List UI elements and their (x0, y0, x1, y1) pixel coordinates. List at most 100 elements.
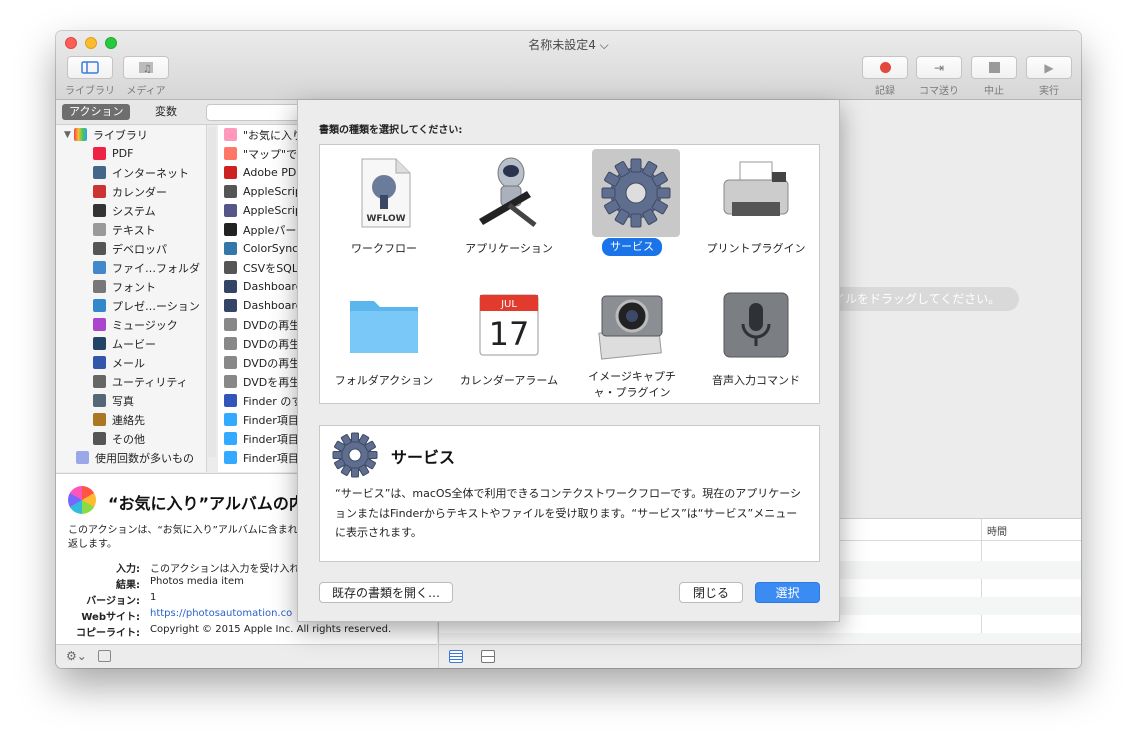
category-label: その他 (112, 432, 145, 446)
category-icon (93, 394, 106, 407)
library-scrollbar[interactable] (208, 127, 216, 457)
info-key: Webサイト: (81, 612, 140, 623)
log-time-column[interactable]: 時間 (987, 523, 1007, 538)
category-icon (93, 413, 106, 426)
category-icon (93, 318, 106, 331)
info-key: 入力: (116, 564, 140, 575)
category-label: 写真 (112, 394, 134, 408)
category-label: ファイ…フォルダ (112, 261, 200, 275)
split-view-icon[interactable] (481, 650, 495, 663)
document-type-label: 音声入力コマンド (712, 374, 800, 387)
action-item[interactable]: AppleScrip (224, 201, 302, 220)
workflow-bottom-bar (438, 644, 1081, 668)
category-label: 連絡先 (112, 413, 145, 427)
library-category[interactable]: システム (93, 201, 156, 220)
action-item[interactable]: DVDを再生 (224, 372, 300, 391)
document-type-service-gear[interactable]: サービス (573, 149, 691, 269)
action-item[interactable]: "マップ"で使 (224, 144, 308, 163)
category-icon (93, 147, 106, 160)
stop-button[interactable] (971, 56, 1017, 79)
action-item[interactable]: Finder項目 (224, 448, 299, 467)
action-item[interactable]: Finder項目 (224, 410, 299, 429)
action-icon (224, 223, 237, 236)
service-gear-icon (332, 432, 378, 478)
run-button[interactable]: ▶ (1026, 56, 1072, 79)
action-item[interactable]: DVDの再生 (224, 315, 300, 334)
gear-menu-icon[interactable]: ⚙⌄ (66, 649, 87, 663)
library-category[interactable]: カレンダー (93, 182, 167, 201)
library-category[interactable]: 連絡先 (93, 410, 145, 429)
document-type-label: フォルダアクション (334, 374, 434, 387)
open-existing-button[interactable]: 既存の書類を開く… (319, 582, 453, 603)
category-icon (93, 280, 106, 293)
document-type-folder[interactable]: フォルダアクション (325, 281, 443, 401)
action-item[interactable]: ColorSync (224, 239, 298, 258)
library-category[interactable]: ファイ…フォルダ (93, 258, 200, 277)
action-item[interactable]: AppleScript (224, 182, 306, 201)
document-type-microphone[interactable]: 音声入力コマンド (697, 281, 815, 401)
category-label: ムービー (112, 337, 156, 351)
library-toggle-button[interactable] (67, 56, 113, 79)
document-type-calendar[interactable]: JUL 17 カレンダーアラーム (450, 281, 568, 401)
library-category[interactable]: インターネット (93, 163, 189, 182)
list-view-icon[interactable] (449, 650, 463, 663)
document-type-application[interactable]: アプリケーション (450, 149, 568, 269)
run-label: 実行 (1039, 86, 1059, 97)
info-key: バージョン: (86, 596, 140, 607)
library-category[interactable]: 写真 (93, 391, 134, 410)
document-type-printer[interactable]: プリントプラグイン (697, 149, 815, 269)
choose-button[interactable]: 選択 (755, 582, 820, 603)
tab-actions[interactable]: アクション (62, 104, 131, 120)
action-item[interactable]: Dashboard (224, 277, 303, 296)
document-type-camera[interactable]: イメージキャプチャ・プラグイン (573, 281, 691, 401)
library-category[interactable]: PDF (93, 144, 133, 163)
sheet-prompt: 書類の種類を選択してください: (319, 125, 463, 136)
library-label: ライブラリ (65, 86, 115, 97)
info-value[interactable]: https://photosautomation.co (150, 608, 292, 619)
svg-text:JUL: JUL (500, 299, 517, 310)
action-item[interactable]: DVDの再生 (224, 334, 300, 353)
action-icon (224, 394, 237, 407)
action-item[interactable]: Adobe PDF (224, 163, 303, 182)
action-item[interactable]: Finder のす (224, 391, 302, 410)
library-search-input[interactable] (206, 104, 306, 121)
library-category[interactable]: ユーティリティ (93, 372, 188, 391)
library-root[interactable]: ▼ ライブラリ (64, 125, 148, 144)
library-bottom-bar: ⚙⌄ (56, 644, 437, 668)
action-item[interactable]: Dashboard (224, 296, 303, 315)
close-button[interactable]: 閉じる (679, 582, 743, 603)
action-icon (224, 413, 237, 426)
action-label: AppleScrip (243, 204, 302, 217)
document-type-workflow[interactable]: WFLOW ワークフロー (325, 149, 443, 269)
media-button[interactable]: ♫ (123, 56, 169, 79)
step-label: コマ送り (919, 86, 959, 97)
library-category[interactable]: プレゼ…ーション (93, 296, 200, 315)
window-title[interactable]: 名称未設定4 ⌵ (56, 36, 1081, 53)
action-label: CSVをSQL (243, 261, 298, 275)
action-item[interactable]: DVDの再生 (224, 353, 300, 372)
library-category[interactable]: ムービー (93, 334, 156, 353)
tab-variables[interactable]: 変数 (148, 104, 184, 120)
step-button[interactable]: ⇥ (916, 56, 962, 79)
action-item[interactable]: Appleパー (224, 220, 296, 239)
action-icon (224, 280, 237, 293)
library-category[interactable]: ミュージック (93, 315, 178, 334)
library-category[interactable]: デベロッパ (93, 239, 167, 258)
frequent-actions-folder[interactable]: 使用回数が多いもの (76, 448, 194, 467)
category-icon (93, 432, 106, 445)
record-button[interactable] (862, 56, 908, 79)
library-category[interactable]: フォント (93, 277, 156, 296)
action-item[interactable]: Finder項目 (224, 429, 299, 448)
disclosure-triangle-icon: ▼ (64, 129, 71, 140)
document-type-label: プリントプラグイン (706, 242, 806, 255)
action-item[interactable]: CSVをSQL (224, 258, 298, 277)
svg-text:17: 17 (489, 315, 530, 353)
description-toggle-icon[interactable] (98, 650, 111, 662)
library-category[interactable]: その他 (93, 429, 145, 448)
action-item[interactable]: "お気に入り (224, 125, 303, 144)
library-category[interactable]: テキスト (93, 220, 156, 239)
record-label: 記録 (875, 86, 895, 97)
library-category[interactable]: メール (93, 353, 145, 372)
svg-text:♫: ♫ (143, 64, 152, 74)
action-label: Finder項目 (243, 451, 299, 465)
